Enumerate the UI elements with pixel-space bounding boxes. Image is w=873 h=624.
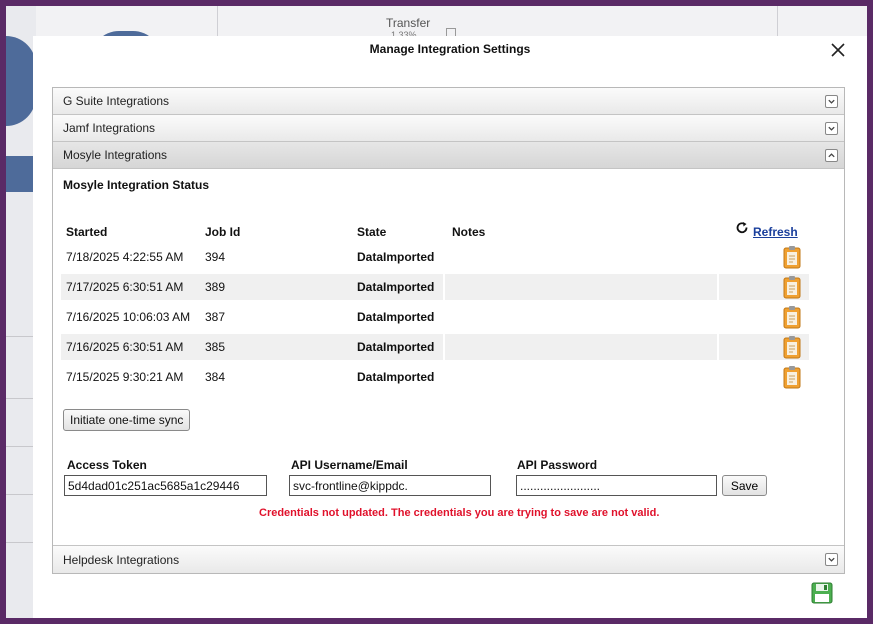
- table-row: 7/15/2025 9:30:21 AM 384 DataImported: [61, 364, 809, 390]
- row-state: DataImported: [357, 370, 435, 384]
- api-password-label: API Password: [517, 458, 598, 472]
- table-row: 7/17/2025 6:30:51 AM 389 DataImported: [61, 274, 809, 300]
- mosyle-integrations-label: Mosyle Integrations: [63, 148, 168, 162]
- row-job-id: 389: [205, 280, 226, 294]
- access-token-input[interactable]: [64, 475, 267, 496]
- clipboard-icon[interactable]: [783, 365, 801, 389]
- clipboard-icon[interactable]: [783, 275, 801, 299]
- row-state: DataImported: [357, 310, 435, 324]
- row-started: 7/15/2025 9:30:21 AM: [66, 370, 184, 384]
- refresh-control[interactable]: Refresh: [735, 219, 798, 239]
- background-logo-shape: [6, 156, 36, 192]
- clipboard-icon[interactable]: [783, 245, 801, 269]
- gsuite-integrations-label: G Suite Integrations: [63, 94, 170, 108]
- credentials-error-message: Credentials not updated. The credentials…: [259, 507, 660, 519]
- clipboard-icon[interactable]: [783, 335, 801, 359]
- chevron-down-icon[interactable]: [825, 553, 838, 566]
- chevron-down-icon[interactable]: [825, 121, 838, 135]
- row-divider: [443, 274, 445, 300]
- gsuite-integrations-header[interactable]: G Suite Integrations: [53, 88, 844, 115]
- initiate-sync-button[interactable]: Initiate one-time sync: [63, 409, 191, 431]
- background-divider: [6, 494, 36, 495]
- column-header-state: State: [357, 225, 387, 239]
- dialog-title: Manage Integration Settings: [369, 42, 531, 56]
- background-divider: [6, 398, 36, 399]
- mosyle-status-title: Mosyle Integration Status: [63, 178, 210, 192]
- access-token-label: Access Token: [67, 458, 147, 472]
- row-divider: [717, 334, 719, 360]
- background-divider: [6, 542, 36, 543]
- row-job-id: 394: [205, 250, 226, 264]
- column-header-started: Started: [66, 225, 108, 239]
- clipboard-icon[interactable]: [783, 305, 801, 329]
- refresh-link[interactable]: Refresh: [753, 225, 798, 239]
- background-divider: [6, 336, 36, 337]
- chevron-up-icon[interactable]: [825, 148, 838, 162]
- jamf-integrations-label: Jamf Integrations: [63, 121, 156, 135]
- table-row: 7/16/2025 6:30:51 AM 385 DataImported: [61, 334, 809, 360]
- row-started: 7/17/2025 6:30:51 AM: [66, 280, 184, 294]
- integrations-accordion: G Suite Integrations Jamf Integrations M…: [52, 87, 845, 574]
- close-icon: [831, 43, 845, 57]
- jamf-integrations-header[interactable]: Jamf Integrations: [53, 115, 844, 142]
- row-state: DataImported: [357, 340, 435, 354]
- row-state: DataImported: [357, 250, 435, 264]
- table-row: 7/16/2025 10:06:03 AM 387 DataImported: [61, 304, 809, 330]
- background-divider: [6, 446, 36, 447]
- row-job-id: 384: [205, 370, 226, 384]
- refresh-icon[interactable]: [735, 221, 749, 238]
- save-disk-icon[interactable]: [811, 582, 833, 604]
- table-row: 7/18/2025 4:22:55 AM 394 DataImported: [61, 244, 809, 270]
- helpdesk-integrations-label: Helpdesk Integrations: [63, 552, 180, 567]
- row-divider: [443, 334, 445, 360]
- column-header-notes: Notes: [452, 225, 486, 239]
- helpdesk-integrations-header[interactable]: Helpdesk Integrations: [53, 546, 844, 573]
- row-started: 7/18/2025 4:22:55 AM: [66, 250, 184, 264]
- integration-settings-dialog: Manage Integration Settings G Suite Inte…: [33, 36, 867, 618]
- mosyle-integration-panel: Mosyle Integration Status Started Job Id…: [53, 169, 844, 546]
- save-credentials-button[interactable]: Save: [722, 475, 767, 496]
- row-job-id: 387: [205, 310, 226, 324]
- mosyle-integrations-header[interactable]: Mosyle Integrations: [53, 142, 844, 169]
- row-job-id: 385: [205, 340, 226, 354]
- chevron-down-icon[interactable]: [825, 94, 838, 108]
- api-password-input[interactable]: [516, 475, 717, 496]
- row-started: 7/16/2025 6:30:51 AM: [66, 340, 184, 354]
- background-transfer-label: Transfer: [386, 16, 431, 30]
- column-header-job-id: Job Id: [205, 225, 241, 239]
- row-started: 7/16/2025 10:06:03 AM: [66, 310, 191, 324]
- row-state: DataImported: [357, 280, 435, 294]
- row-divider: [717, 274, 719, 300]
- api-username-input[interactable]: [289, 475, 491, 496]
- api-username-label: API Username/Email: [291, 458, 408, 472]
- close-button[interactable]: [827, 40, 849, 62]
